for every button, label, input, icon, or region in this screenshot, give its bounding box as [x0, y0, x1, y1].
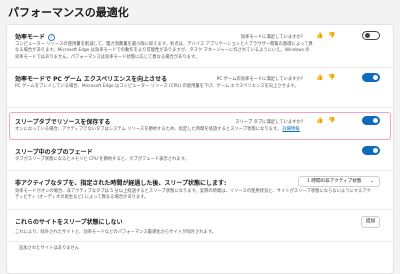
thumbs-down-icon[interactable]: 👎 — [328, 32, 335, 39]
inactive-tabs-title: 非アクティブなタブを、指定された時間が経過した後、スリープ状態にします: — [15, 180, 227, 187]
fade-tabs-toggle[interactable] — [362, 146, 380, 155]
never-sleep-title: これらのサイトをスリープ状態にしない — [15, 219, 123, 226]
efficiency-mode-label: 効率モード — [15, 34, 46, 41]
divider — [7, 107, 393, 108]
divider — [7, 170, 393, 171]
efficiency-mode-title: 効率モード? — [15, 32, 56, 41]
gaming-description: PC ゲームをプレイしている場合、Microsoft Edge はコンピューター… — [15, 84, 299, 89]
no-sites-text: 追加されたサイトはありません — [19, 246, 80, 251]
gaming-toggle[interactable] — [362, 73, 380, 82]
inactive-timeout-dropdown[interactable]: 1 時間の非アクティブ状態 ⌄ — [298, 176, 380, 187]
settings-card: 効率モード? 効率モードに満足していますか? 👍 👎 コンピューター リソースの… — [6, 24, 394, 274]
page-title: パフォーマンスの最適化 — [8, 6, 129, 19]
efficiency-mode-toggle[interactable] — [362, 31, 380, 40]
chevron-down-icon: ⌄ — [369, 178, 374, 184]
gaming-title: 効率モードで PC ゲーム エクスペリエンスを向上させる — [15, 76, 168, 83]
divider — [7, 241, 393, 242]
thumbs-up-icon[interactable]: 👍 — [316, 32, 323, 39]
divider — [7, 209, 393, 210]
fade-tabs-description: タブがスリープ状態になるとメモリと CPU を節約すると、タブがフェード表示され… — [15, 157, 189, 162]
divider — [7, 67, 393, 68]
never-sleep-description: これにより、除外されたサイトと、効率モードなどのパフォーマンス最適化からサイトが… — [15, 230, 217, 235]
learn-more-link[interactable]: 詳細情報 — [282, 127, 299, 132]
fade-tabs-title: スリープ中のタブのフェード — [15, 149, 93, 156]
toggle-knob — [372, 117, 378, 124]
sleeping-feedback-question: スリープ タブに満足していますか? — [235, 120, 303, 125]
sleeping-tabs-desc-text: オンになっている場合、アクティブでないタブはシステム リソースを節約するため、指… — [15, 127, 282, 132]
thumbs-down-icon[interactable]: 👎 — [328, 117, 335, 124]
sleeping-tabs-description: オンになっている場合、アクティブでないタブはシステム リソースを節約するため、指… — [15, 127, 353, 133]
efficiency-mode-description: コンピューター リソースの使用量を削減して、電力消費量を最小限に抑えます。利点は… — [15, 42, 313, 60]
toggle-knob — [364, 33, 370, 39]
sleeping-tabs-toggle[interactable] — [362, 116, 380, 125]
thumbs-up-icon[interactable]: 👍 — [316, 74, 323, 81]
sleeping-tabs-title: スリープタブでリソースを保存する — [15, 119, 111, 126]
help-icon[interactable]: ? — [48, 34, 56, 41]
gaming-feedback-question: PC ゲームの効率モードに満足していますか? — [216, 77, 303, 82]
inactive-tabs-description: 効率モードがオンの場合、非アクティブなタブは 5 分以上経過するとスリープ状態に… — [15, 189, 371, 201]
efficiency-feedback-question: 効率モードに満足していますか? — [240, 35, 303, 40]
add-site-button[interactable]: 追加 — [361, 216, 380, 228]
toggle-knob — [372, 74, 378, 81]
toggle-knob — [372, 147, 378, 154]
dropdown-value: 1 時間の非アクティブ状態 — [307, 179, 362, 184]
thumbs-up-icon[interactable]: 👍 — [316, 117, 323, 124]
thumbs-down-icon[interactable]: 👎 — [328, 74, 335, 81]
